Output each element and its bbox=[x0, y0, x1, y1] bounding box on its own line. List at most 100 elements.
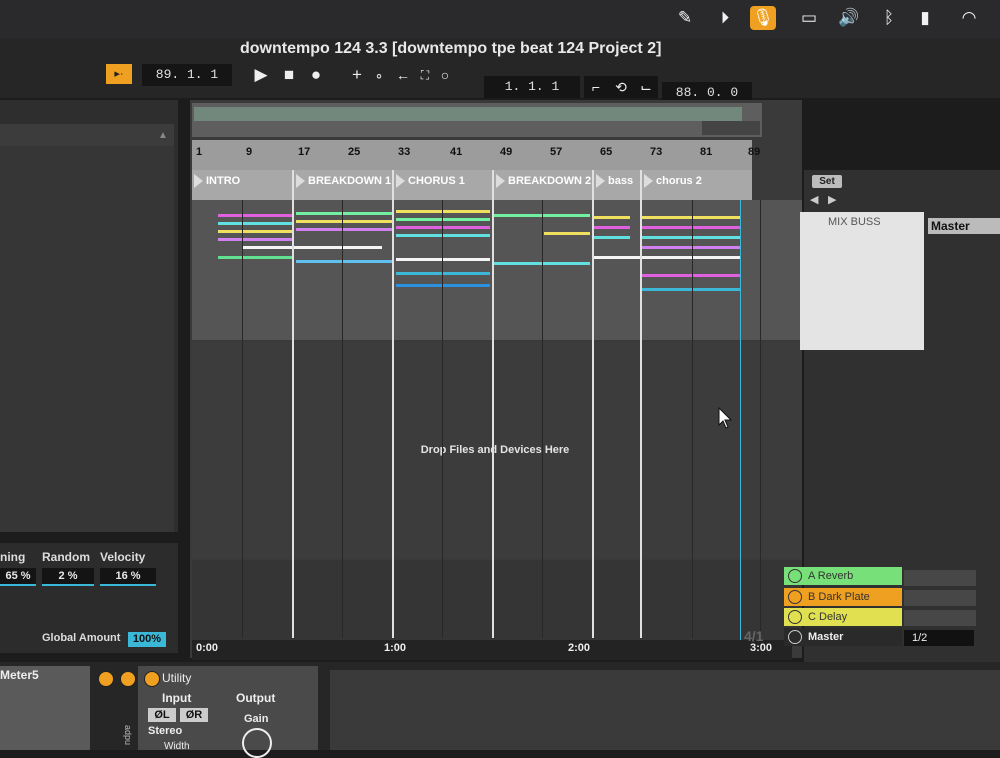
bar-number: 1 bbox=[196, 146, 203, 158]
device-activator-icon[interactable] bbox=[120, 671, 136, 687]
bar-number: 73 bbox=[650, 146, 663, 158]
master-track[interactable]: Master bbox=[784, 628, 902, 646]
scribble-icon[interactable]: ✎ bbox=[672, 6, 698, 30]
browser-list[interactable] bbox=[0, 146, 174, 532]
session-record-icon[interactable]: ○ bbox=[436, 64, 454, 86]
set-button[interactable]: Set bbox=[812, 175, 842, 188]
display-icon[interactable]: ▭ bbox=[796, 6, 822, 30]
return-slot[interactable] bbox=[904, 570, 976, 586]
return-track-a[interactable]: A Reverb bbox=[784, 567, 902, 585]
global-amount-label: Global Amount bbox=[42, 632, 121, 644]
scroll-up-icon[interactable]: ▲ bbox=[158, 130, 168, 141]
bar-number: 81 bbox=[700, 146, 713, 158]
random-value[interactable]: 2 % bbox=[42, 568, 94, 586]
return-track-c[interactable]: C Delay bbox=[784, 608, 902, 626]
utility-title: Utility bbox=[162, 671, 192, 685]
time-ruler[interactable] bbox=[192, 640, 792, 660]
time-label: 0:00 bbox=[196, 642, 219, 654]
bar-number: 49 bbox=[500, 146, 513, 158]
play-circle-icon[interactable]: ⏵ bbox=[712, 6, 738, 30]
arrangement-position[interactable]: 1. 1. 1 bbox=[484, 76, 580, 98]
next-locator-icon[interactable]: ▶ bbox=[828, 193, 836, 206]
input-label: Input bbox=[162, 691, 192, 705]
mac-menubar: ✎ ⏵ 🎙 ▭ 🔊 ᛒ ▮ ◠ bbox=[0, 0, 1000, 38]
side-label: adpu bbox=[123, 724, 134, 746]
locator-chorus-2[interactable]: chorus 2 bbox=[644, 172, 702, 190]
track-activator-icon[interactable] bbox=[788, 569, 802, 583]
return-track-b[interactable]: B Dark Plate bbox=[784, 588, 902, 606]
bar-number: 65 bbox=[600, 146, 613, 158]
window-title: downtempo 124 3.3 [downtempo tpe beat 12… bbox=[240, 40, 662, 57]
locator-line bbox=[392, 170, 394, 638]
mouse-pointer-icon bbox=[718, 406, 733, 434]
return-slot[interactable] bbox=[904, 590, 976, 606]
locator-line bbox=[292, 170, 294, 638]
utility-activator-icon[interactable] bbox=[144, 671, 160, 687]
master-ratio-select[interactable]: 1/2 bbox=[904, 630, 974, 646]
time-label: 2:00 bbox=[568, 642, 591, 654]
bar-number: 9 bbox=[246, 146, 253, 158]
mix-buss-track[interactable] bbox=[800, 212, 924, 350]
drop-hint: Drop Files and Devices Here bbox=[420, 444, 570, 456]
output-label: Output bbox=[236, 691, 276, 705]
mix-buss-label: MIX BUSS bbox=[828, 216, 881, 228]
channel-mode-select[interactable]: Stereo bbox=[148, 725, 182, 737]
prev-locator-icon[interactable]: ◀ bbox=[810, 193, 818, 206]
bluetooth-icon[interactable]: ᛒ bbox=[876, 6, 902, 30]
battery-icon[interactable]: ▮ bbox=[912, 6, 938, 30]
phase-right-toggle[interactable]: ØR bbox=[180, 708, 208, 722]
track-activator-icon[interactable] bbox=[788, 610, 802, 624]
bar-number: 17 bbox=[298, 146, 311, 158]
browser-header bbox=[0, 124, 174, 146]
wifi-icon[interactable]: ◠ bbox=[956, 6, 982, 30]
groove-header-velocity: Velocity bbox=[100, 550, 146, 564]
back-to-arrangement-icon[interactable]: ← bbox=[394, 64, 412, 86]
overview-clips bbox=[194, 107, 742, 121]
bar-number: 33 bbox=[398, 146, 411, 158]
record-button[interactable]: ● bbox=[305, 64, 327, 86]
timing-value[interactable]: 65 % bbox=[0, 568, 36, 586]
locator-breakdown-2[interactable]: BREAKDOWN 2 bbox=[496, 172, 591, 190]
phase-left-toggle[interactable]: ØL bbox=[148, 708, 176, 722]
locator-intro[interactable]: INTRO bbox=[194, 172, 240, 190]
follow-button[interactable]: ▸· bbox=[106, 64, 132, 84]
microphone-icon[interactable]: 🎙 bbox=[750, 6, 776, 30]
gain-knob[interactable] bbox=[242, 728, 272, 758]
velocity-value[interactable]: 16 % bbox=[100, 568, 156, 586]
locator-line bbox=[640, 170, 642, 638]
locator-chorus-1[interactable]: CHORUS 1 bbox=[396, 172, 465, 190]
width-label: Width bbox=[164, 741, 190, 752]
track-activator-icon[interactable] bbox=[788, 630, 802, 644]
global-amount-value[interactable]: 100% bbox=[128, 632, 166, 647]
punch-out-icon[interactable]: ⌙ bbox=[634, 76, 658, 98]
bar-number: 89 bbox=[748, 146, 761, 158]
bar-number: 25 bbox=[348, 146, 361, 158]
position-display[interactable]: 89. 1. 1 bbox=[142, 64, 232, 86]
device-activator-icon[interactable] bbox=[98, 671, 114, 687]
bar-number: 41 bbox=[450, 146, 463, 158]
meter-title: Meter5 bbox=[0, 668, 39, 682]
volume-icon[interactable]: 🔊 bbox=[836, 6, 862, 30]
play-button[interactable]: ▶ bbox=[250, 64, 272, 86]
locator-line bbox=[492, 170, 494, 638]
gain-label: Gain bbox=[244, 713, 269, 725]
groove-header-random: Random bbox=[42, 550, 90, 564]
output-select[interactable]: Master bbox=[928, 218, 1000, 234]
stop-button[interactable]: ■ bbox=[278, 64, 300, 86]
beat-ruler[interactable] bbox=[192, 140, 752, 170]
automation-arm-icon[interactable]: ∘ bbox=[370, 64, 388, 86]
locator-bass[interactable]: bass bbox=[596, 172, 633, 190]
overdub-icon[interactable]: + bbox=[348, 64, 366, 86]
return-slot[interactable] bbox=[904, 610, 976, 626]
capture-icon[interactable]: ⛶ bbox=[416, 64, 434, 86]
arrangement-overview[interactable] bbox=[192, 103, 762, 137]
groove-header-timing: ning bbox=[0, 550, 26, 564]
punch-in-icon[interactable]: ⌐ bbox=[584, 76, 608, 98]
loop-icon[interactable]: ⟲ bbox=[608, 76, 634, 98]
device-drop-area[interactable] bbox=[330, 670, 1000, 750]
end-marker-line bbox=[740, 200, 741, 640]
track-activator-icon[interactable] bbox=[788, 590, 802, 604]
locator-breakdown-1[interactable]: BREAKDOWN 1 bbox=[296, 172, 391, 190]
clip-track[interactable] bbox=[192, 200, 802, 340]
time-label: 1:00 bbox=[384, 642, 407, 654]
